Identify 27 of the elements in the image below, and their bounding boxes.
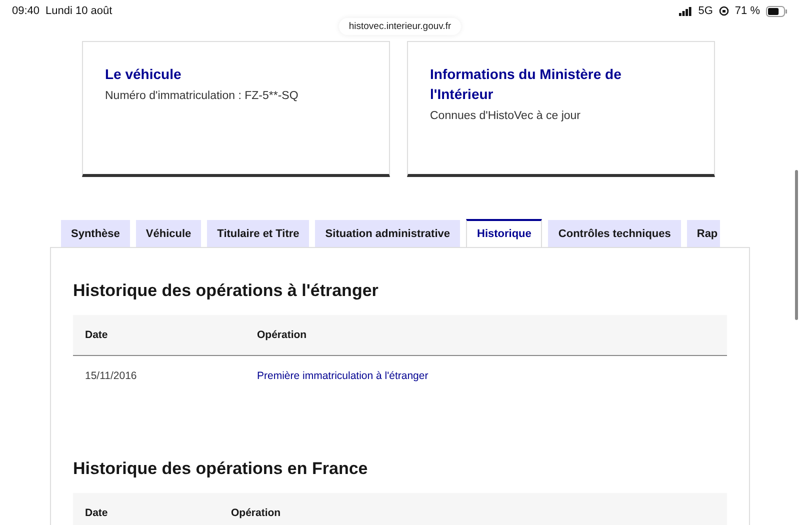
tab[interactable]: Contrôles techniques [548,220,681,247]
tab[interactable]: Titulaire et Titre [207,220,310,247]
tab[interactable]: Situation administrative [315,220,460,247]
card-text: Numéro d'immatriculation : FZ-5**-SQ [105,90,300,102]
date-cell-text: 15/11/2016 [85,370,138,382]
column-header: Date [85,329,109,341]
column-header: Opération [231,507,282,519]
battery-icon [766,6,788,16]
card-title: Informations du Ministère de l'Intérieur [430,65,622,104]
clock-time: 09:40 [12,5,40,17]
card-title: Le véhicule [105,65,182,84]
section-heading: Historique des opérations en France [73,459,369,479]
tab[interactable]: Véhicule [136,220,202,247]
network-label: 5G [698,5,713,17]
tab[interactable]: Synthèse [61,220,130,247]
tab[interactable]: Historique [466,219,542,247]
tab[interactable]: Rap [686,220,720,247]
status-date: Lundi 10 août [46,5,112,17]
battery-percentage: 71 % [734,5,760,17]
column-header: Opération [257,329,308,341]
operation-link[interactable]: Première immatriculation à l'étranger [257,370,428,382]
card-text: Connues d'HistoVec à ce jour [430,110,582,122]
url-bar[interactable]: histovec.interieur.gouv.fr [338,18,462,35]
rotation-lock-icon [718,6,729,16]
signal-icon [679,6,692,16]
section-heading: Historique des opérations à l'étranger [73,281,380,301]
column-header: Date [85,507,109,519]
